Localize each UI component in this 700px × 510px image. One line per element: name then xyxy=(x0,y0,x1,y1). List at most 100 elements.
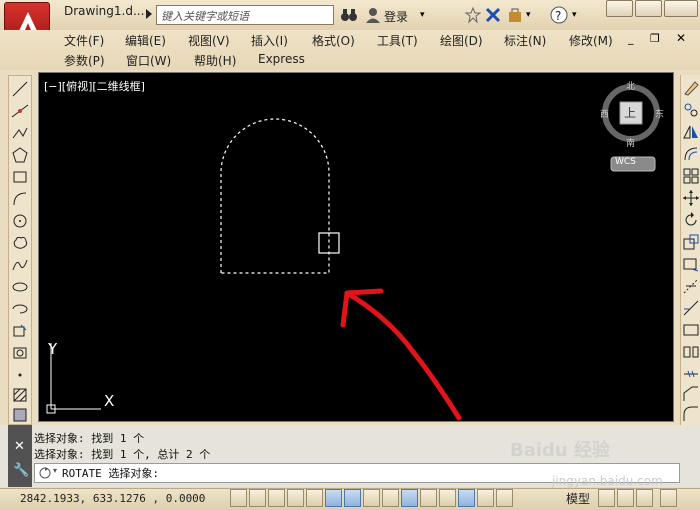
offset-tool-icon[interactable] xyxy=(682,145,700,163)
star-icon[interactable] xyxy=(464,6,482,24)
make-block-tool-icon[interactable] xyxy=(11,344,29,362)
coordinates-readout[interactable]: 2842.1933, 633.1276 , 0.0000 xyxy=(20,492,205,505)
viewcube-east-label[interactable]: 东 xyxy=(655,107,664,120)
help-dropdown-icon[interactable]: ▾ xyxy=(572,10,577,20)
quick-properties-button[interactable] xyxy=(458,489,475,507)
viewport-controls-label[interactable]: [−][俯视][二维线框] xyxy=(44,78,145,94)
transparency-button[interactable] xyxy=(439,489,456,507)
viewcube-south-label[interactable]: 南 xyxy=(626,136,635,149)
hatch-tool-icon[interactable] xyxy=(11,386,29,404)
construction-line-tool-icon[interactable] xyxy=(11,102,29,120)
menu-modify[interactable]: 修改(M) xyxy=(569,32,613,49)
copy-tool-icon[interactable] xyxy=(682,101,700,119)
polar-tracking-button[interactable] xyxy=(306,489,323,507)
minimize-window-button[interactable] xyxy=(606,0,633,17)
chamfer-tool-icon[interactable] xyxy=(682,385,700,403)
scale-tool-icon[interactable] xyxy=(682,233,700,251)
menu-express[interactable]: Express xyxy=(258,52,305,66)
menu-view[interactable]: 视图(V) xyxy=(188,32,230,49)
menu-window[interactable]: 窗口(W) xyxy=(126,52,171,69)
move-tool-icon[interactable] xyxy=(682,189,700,207)
menu-format[interactable]: 格式(O) xyxy=(312,32,355,49)
join-tool-icon[interactable] xyxy=(682,365,700,383)
login-label[interactable]: 登录 xyxy=(384,8,408,25)
point-tool-icon[interactable] xyxy=(11,366,29,384)
grid-display-button[interactable] xyxy=(268,489,285,507)
object-snap-tracking-button[interactable] xyxy=(363,489,380,507)
mirror-tool-icon[interactable] xyxy=(682,123,700,141)
selection-cycling-button[interactable] xyxy=(477,489,494,507)
subscription-dropdown-icon[interactable]: ▾ xyxy=(526,10,531,20)
menu-help[interactable]: 帮助(H) xyxy=(194,52,236,69)
array-tool-icon[interactable] xyxy=(682,167,700,185)
selected-arch-shape[interactable] xyxy=(220,118,330,274)
wcs-label[interactable]: WCS xyxy=(615,157,636,167)
erase-tool-icon[interactable] xyxy=(682,79,700,97)
revision-cloud-tool-icon[interactable] xyxy=(11,234,29,252)
exchange-icon[interactable] xyxy=(484,6,502,24)
viewcube-west-label[interactable]: 西 xyxy=(600,107,609,120)
menu-tools[interactable]: 工具(T) xyxy=(377,32,418,49)
annotation-arrow-shaft xyxy=(344,290,462,421)
trim-tool-icon[interactable] xyxy=(682,277,700,295)
subscription-icon[interactable] xyxy=(506,6,524,24)
lineweight-button[interactable] xyxy=(420,489,437,507)
circle-tool-icon[interactable] xyxy=(11,212,29,230)
menu-dimension[interactable]: 标注(N) xyxy=(504,32,546,49)
ortho-mode-button[interactable] xyxy=(287,489,304,507)
command-history-line: 选择对象: 找到 1 个 xyxy=(34,432,145,445)
quick-view-layouts-button[interactable] xyxy=(598,489,615,507)
ellipse-arc-tool-icon[interactable] xyxy=(11,300,29,318)
snap-mode-button[interactable] xyxy=(249,489,266,507)
search-input[interactable]: 键入关键字或短语 xyxy=(156,5,334,25)
recent-commands-icon[interactable] xyxy=(38,466,52,480)
menu-draw[interactable]: 绘图(D) xyxy=(440,32,483,49)
customize-wrench-icon[interactable]: 🔧 xyxy=(13,463,29,478)
3d-object-snap-button[interactable] xyxy=(344,489,361,507)
binoculars-icon[interactable] xyxy=(340,6,358,24)
search-expand-icon[interactable] xyxy=(146,9,152,19)
stretch-tool-icon[interactable] xyxy=(682,255,700,273)
dynamic-input-button[interactable] xyxy=(401,489,418,507)
restore-window-button[interactable] xyxy=(635,0,662,17)
infer-constraints-button[interactable] xyxy=(230,489,247,507)
polygon-tool-icon[interactable] xyxy=(11,146,29,164)
ellipse-tool-icon[interactable] xyxy=(11,278,29,296)
model-space-button[interactable]: 模型 xyxy=(566,490,590,507)
fillet-tool-icon[interactable] xyxy=(682,405,700,423)
break-tool-icon[interactable] xyxy=(682,343,700,361)
login-dropdown-icon[interactable]: ▾ xyxy=(420,10,425,20)
menu-parametric[interactable]: 参数(P) xyxy=(64,52,105,69)
drawing-canvas[interactable] xyxy=(38,72,674,422)
doc-close-icon[interactable]: ✕ xyxy=(676,31,686,45)
spline-tool-icon[interactable] xyxy=(11,256,29,274)
recent-commands-dropdown-icon[interactable]: ▾ xyxy=(53,466,57,475)
break-at-point-tool-icon[interactable] xyxy=(682,321,700,339)
workspace-switching-button[interactable] xyxy=(660,489,677,507)
object-snap-button[interactable] xyxy=(325,489,342,507)
doc-restore-icon[interactable]: ❐ xyxy=(650,32,660,45)
dynamic-ucs-button[interactable] xyxy=(382,489,399,507)
user-icon[interactable] xyxy=(364,6,382,24)
menu-insert[interactable]: 插入(I) xyxy=(251,32,288,49)
rotate-tool-icon[interactable] xyxy=(682,211,700,229)
gradient-tool-icon[interactable] xyxy=(11,406,29,424)
polyline-tool-icon[interactable] xyxy=(11,124,29,142)
help-icon[interactable]: ? xyxy=(550,6,568,24)
doc-minimize-icon[interactable]: _ xyxy=(628,32,634,45)
close-command-window-icon[interactable]: ✕ xyxy=(14,439,25,454)
rectangle-tool-icon[interactable] xyxy=(11,168,29,186)
document-title: Drawing1.d... xyxy=(64,4,145,18)
viewcube-top-face[interactable]: 上 xyxy=(624,104,636,121)
arc-tool-icon[interactable] xyxy=(11,190,29,208)
viewcube-north-label[interactable]: 北 xyxy=(626,79,635,92)
menu-file[interactable]: 文件(F) xyxy=(64,32,104,49)
extend-tool-icon[interactable] xyxy=(682,299,700,317)
line-tool-icon[interactable] xyxy=(11,80,29,98)
quick-view-drawings-button[interactable] xyxy=(617,489,634,507)
annotation-scale-button[interactable] xyxy=(636,489,653,507)
close-window-button[interactable] xyxy=(664,0,698,17)
annotation-monitor-button[interactable] xyxy=(496,489,513,507)
insert-block-tool-icon[interactable] xyxy=(11,322,29,340)
menu-edit[interactable]: 编辑(E) xyxy=(125,32,166,49)
